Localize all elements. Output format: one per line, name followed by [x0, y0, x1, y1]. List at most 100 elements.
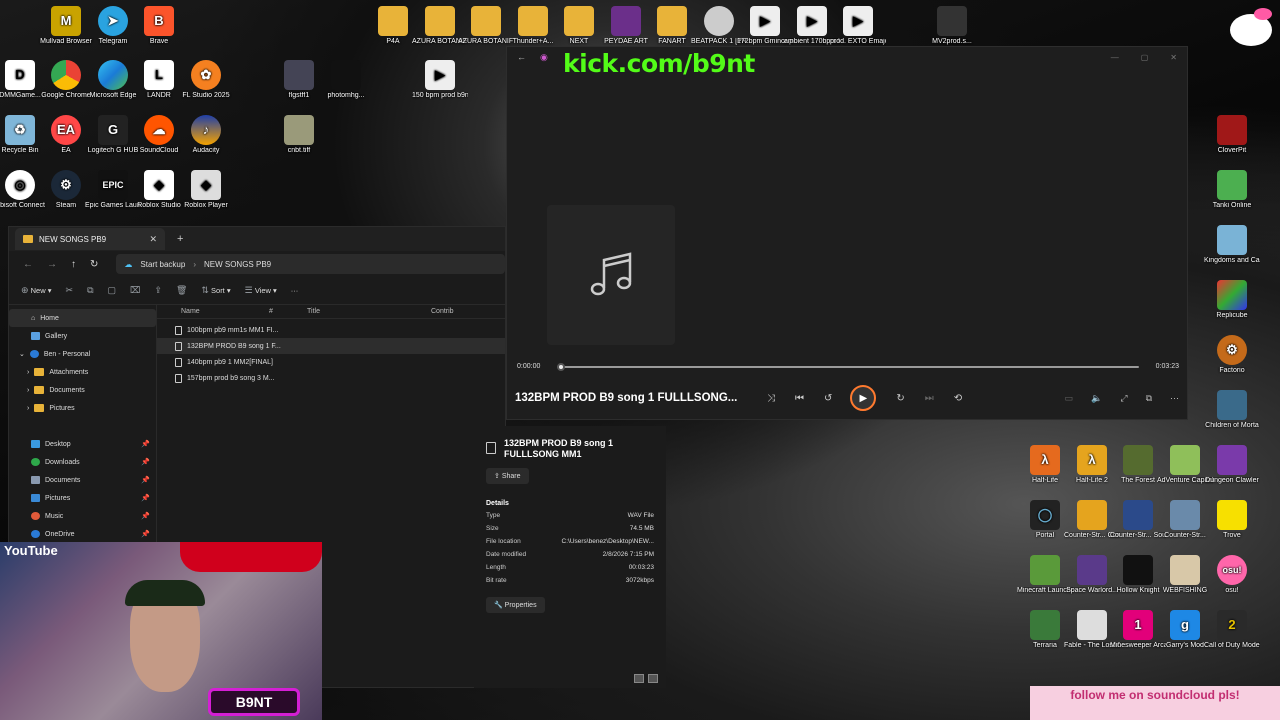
share-icon[interactable]: ⇪ — [154, 285, 162, 296]
details-title: 132BPM PROD B9 song 1 FULLLSONG MM1 — [486, 438, 654, 460]
more-options-icon[interactable]: ⋯ — [1170, 393, 1179, 404]
desktop-icon-audacity[interactable]: ♪ Audacity — [178, 115, 234, 155]
share-button[interactable]: ⇪ Share — [486, 468, 529, 484]
seek-track[interactable] — [557, 366, 1139, 368]
chevron-right-icon: › — [193, 259, 196, 269]
new-button[interactable]: ⊕ New ▾ — [21, 285, 52, 296]
desktop-icon-osu[interactable]: osu! osu! — [1204, 555, 1260, 595]
back-arrow-icon[interactable]: ← — [23, 259, 33, 270]
sort-button[interactable]: ⇅ Sort ▾ — [201, 285, 230, 296]
refresh-icon[interactable]: ↻ — [90, 259, 98, 270]
breadcrumb-item[interactable]: Start backup — [140, 260, 185, 269]
rewind-10-icon[interactable]: ↺ — [824, 393, 832, 404]
close-icon[interactable]: ✕ — [149, 234, 157, 245]
desktop-screen: { "player": { "overlay_url": "kick.com/b… — [0, 0, 1280, 720]
column-header-name[interactable]: Name — [157, 308, 269, 315]
desktop-icon-kingdoms[interactable]: Kingdoms and Castles — [1204, 225, 1260, 265]
back-arrow-icon[interactable]: ← — [517, 52, 526, 62]
properties-button[interactable]: 🔧 Properties — [486, 597, 545, 613]
nav-item-pictures[interactable]: › Pictures — [9, 399, 156, 417]
tanki-icon — [1217, 170, 1247, 200]
quick-access-music[interactable]: Music 📌 — [9, 507, 156, 525]
fullscreen-icon[interactable]: ⤢ — [1120, 393, 1127, 404]
desktop-icon-trove[interactable]: Trove — [1204, 500, 1260, 540]
more-options-icon[interactable]: ··· — [291, 286, 299, 295]
tiles-view-icon[interactable] — [648, 674, 658, 683]
desktop-file-cnbt[interactable]: cnbt.tiff — [271, 115, 327, 155]
details-view-icon[interactable] — [634, 674, 644, 683]
desktop-file-exto[interactable]: ▶prod. EXTO Emajor 1... — [830, 6, 886, 46]
desktop-icon-cloverpit[interactable]: CloverPit — [1204, 115, 1260, 155]
play-button[interactable]: ▶ — [850, 385, 877, 411]
folder-icon — [518, 6, 548, 36]
space-warlord-icon — [1077, 555, 1107, 585]
maximize-icon[interactable]: ▢ — [1141, 53, 1149, 62]
desktop-file-photomhg[interactable]: photomhg... — [318, 60, 374, 100]
desktop-file-150bpm[interactable]: ▶150 bpm prod b9nt t... — [412, 60, 468, 100]
file-row[interactable]: 140bpm pb9 1 MM2[FINAL] — [157, 354, 505, 370]
video-file-icon — [937, 6, 967, 36]
column-header-contrib[interactable]: Contrib — [431, 308, 454, 315]
player-right-controls: ▭ 🔈 ⤢ ⧉ ⋯ — [1065, 393, 1179, 404]
cut-icon[interactable]: ✂ — [66, 285, 74, 296]
play-icon: ▶ — [859, 392, 868, 404]
desktop-icon-call-of-duty[interactable]: 2Call of Duty Modern ... — [1204, 610, 1260, 650]
counter-strike-icon — [1077, 500, 1107, 530]
paste-icon[interactable]: ▢ — [108, 285, 117, 296]
quick-access-desktop[interactable]: Desktop 📌 — [9, 435, 156, 453]
forward-30-icon[interactable]: ↻ — [896, 393, 904, 404]
quick-access-pictures[interactable]: Pictures 📌 — [9, 489, 156, 507]
seek-bar[interactable]: 0:00:00 0:03:23 — [517, 361, 1179, 373]
kingdoms-icon — [1217, 225, 1247, 255]
rename-icon[interactable]: ⌧ — [130, 285, 140, 296]
delete-icon[interactable]: 🗑 — [176, 285, 187, 296]
file-row-selected[interactable]: 132BPM PROD B9 song 1 F... — [157, 338, 505, 354]
column-header-number[interactable]: # — [269, 308, 307, 315]
desktop-icon-brave[interactable]: B Brave — [131, 6, 187, 46]
copy-icon[interactable]: ⧉ — [87, 285, 93, 296]
quick-access-downloads[interactable]: Downloads 📌 — [9, 453, 156, 471]
breadcrumb-item[interactable]: NEW SONGS PB9 — [204, 260, 271, 269]
chevron-right-icon: › — [27, 404, 30, 412]
desktop-icon-tanki[interactable]: Tanki Online — [1204, 170, 1260, 210]
file-row[interactable]: 100bpm pb9 mm1s MM1 FI... — [157, 322, 505, 338]
nav-item-documents[interactable]: › Documents — [9, 381, 156, 399]
close-icon[interactable]: ✕ — [1170, 53, 1177, 62]
desktop-file-mv2[interactable]: MV2prod.s... — [924, 6, 980, 46]
minecraft-icon — [1030, 555, 1060, 585]
volume-icon[interactable]: 🔈 — [1091, 393, 1102, 404]
pin-icon: 📌 — [141, 441, 150, 448]
forward-arrow-icon[interactable]: → — [47, 259, 57, 270]
new-tab-icon[interactable]: + — [177, 233, 183, 245]
desktop-icon-fl-studio[interactable]: ✿ FL Studio 2025 — [178, 60, 234, 100]
explorer-tab[interactable]: NEW SONGS PB9 ✕ — [15, 228, 165, 250]
desktop-icon-children-of-morta[interactable]: Children of Morta — [1204, 390, 1260, 430]
mini-player-icon[interactable]: ⧉ — [1146, 393, 1152, 404]
seek-thumb[interactable] — [557, 363, 565, 371]
captions-icon[interactable]: ▭ — [1065, 393, 1074, 404]
shuffle-icon[interactable]: ⤨ — [767, 393, 775, 404]
quick-access-onedrive[interactable]: OneDrive 📌 — [9, 525, 156, 543]
up-arrow-icon[interactable]: ↑ — [71, 259, 76, 270]
desktop-icon-factorio[interactable]: ⚙ Factorio — [1204, 335, 1260, 375]
nav-item-attachments[interactable]: › Attachments — [9, 363, 156, 381]
repeat-off-icon[interactable]: ⟲ — [954, 393, 962, 404]
audio-file-icon: ▶ — [797, 6, 827, 36]
next-icon[interactable]: ⏭ — [925, 393, 934, 404]
quick-access-documents[interactable]: Documents 📌 — [9, 471, 156, 489]
column-header-title[interactable]: Title — [307, 308, 431, 315]
view-button[interactable]: ☰ View ▾ — [245, 285, 277, 296]
detail-row: Date modified 2/8/2026 7:15 PM — [486, 551, 654, 558]
pin-icon: 📌 — [141, 459, 150, 466]
nav-item-gallery[interactable]: Gallery — [9, 327, 156, 345]
nav-item-account[interactable]: ⌄ Ben - Personal — [9, 345, 156, 363]
previous-icon[interactable]: ⏮ — [795, 393, 804, 404]
breadcrumb[interactable]: ☁ Start backup › NEW SONGS PB9 — [116, 254, 505, 274]
folder-icon — [471, 6, 501, 36]
desktop-icon-dungeon-clawler[interactable]: Dungeon Clawler — [1204, 445, 1260, 485]
file-row[interactable]: 157bpm prod b9 song 3 M... — [157, 370, 505, 386]
minimize-icon[interactable]: — — [1111, 53, 1119, 62]
desktop-icon-replicube[interactable]: Replicube — [1204, 280, 1260, 320]
nav-item-home[interactable]: ⌂ Home — [9, 309, 156, 327]
desktop-icon-roblox-player[interactable]: ◆ Roblox Player — [178, 170, 234, 210]
